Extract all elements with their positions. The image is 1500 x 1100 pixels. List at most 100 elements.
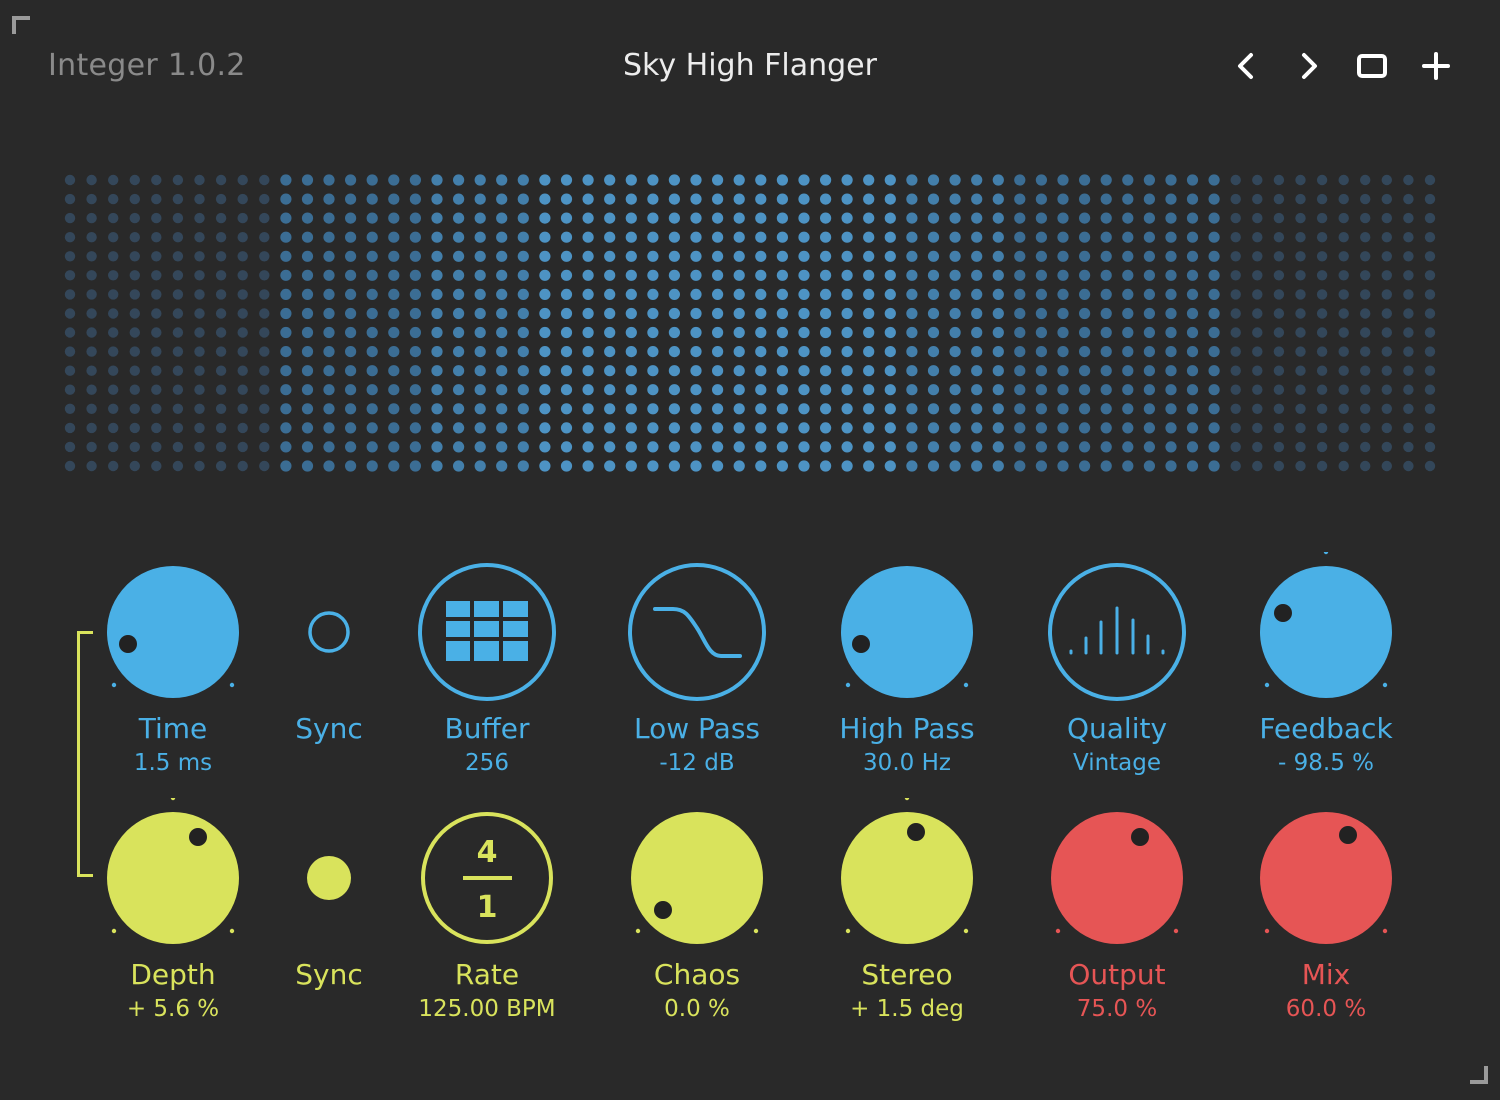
display-dot bbox=[1338, 403, 1349, 414]
display-dot bbox=[582, 346, 594, 358]
display-dot bbox=[647, 326, 659, 339]
rate-button[interactable]: 4 1 bbox=[407, 798, 567, 958]
display-dot bbox=[215, 460, 227, 472]
display-dot bbox=[259, 327, 270, 338]
add-preset-button[interactable] bbox=[1416, 46, 1456, 86]
display-dot bbox=[1165, 384, 1177, 396]
display-dot bbox=[194, 270, 205, 281]
display-dot bbox=[1100, 212, 1112, 224]
display-dot bbox=[172, 441, 184, 453]
display-dot bbox=[733, 193, 745, 205]
preset-name[interactable]: Sky High Flanger bbox=[450, 48, 1050, 83]
display-dot bbox=[906, 441, 918, 453]
display-dot bbox=[1230, 232, 1241, 243]
display-dot bbox=[496, 212, 508, 224]
display-dot bbox=[280, 403, 292, 415]
display-dot bbox=[1122, 307, 1134, 320]
output-knob[interactable] bbox=[1037, 798, 1197, 958]
display-dot bbox=[1079, 384, 1091, 396]
resize-corner-bottom-right[interactable] bbox=[1470, 1066, 1488, 1084]
depth-knob[interactable] bbox=[93, 798, 253, 958]
display-dot bbox=[1252, 327, 1263, 338]
display-dot bbox=[86, 346, 97, 357]
display-dot bbox=[798, 346, 810, 358]
next-preset-button[interactable] bbox=[1289, 46, 1329, 86]
display-dot bbox=[280, 212, 292, 224]
display-dot bbox=[971, 346, 983, 358]
display-dot bbox=[1186, 269, 1199, 281]
quality-button[interactable] bbox=[1037, 552, 1197, 712]
sync-toggle-bottom[interactable] bbox=[249, 798, 409, 958]
mix-value: 60.0 % bbox=[1285, 996, 1367, 1022]
display-dot bbox=[1057, 269, 1069, 281]
display-dot bbox=[237, 422, 248, 434]
display-dot bbox=[1403, 441, 1414, 453]
display-dot bbox=[474, 212, 486, 224]
display-dot bbox=[345, 422, 357, 434]
display-dot bbox=[1014, 250, 1026, 262]
display-dot bbox=[1035, 346, 1047, 358]
low-pass-button[interactable] bbox=[617, 552, 777, 712]
display-dot bbox=[560, 231, 573, 243]
display-dot bbox=[1165, 422, 1177, 434]
display-dot bbox=[776, 365, 789, 377]
chaos-knob[interactable] bbox=[617, 798, 777, 958]
display-dot bbox=[431, 212, 443, 224]
display-dot bbox=[1057, 288, 1069, 300]
prev-preset-button[interactable] bbox=[1226, 46, 1266, 86]
display-dot bbox=[1381, 460, 1393, 472]
sync-toggle-top[interactable] bbox=[249, 552, 409, 712]
chaos-label: Chaos bbox=[653, 958, 741, 991]
display-dot bbox=[86, 174, 97, 186]
high-pass-knob[interactable] bbox=[827, 552, 987, 712]
time-knob[interactable] bbox=[93, 552, 253, 712]
display-dot bbox=[1424, 270, 1436, 281]
display-dot bbox=[366, 326, 378, 339]
display-dot bbox=[280, 288, 292, 300]
display-dot bbox=[64, 174, 76, 186]
display-dot bbox=[409, 326, 421, 339]
mix-knob[interactable] bbox=[1246, 798, 1406, 958]
display-dot bbox=[517, 212, 529, 224]
feedback-knob[interactable] bbox=[1246, 552, 1406, 712]
display-dot bbox=[172, 308, 184, 319]
display-dot bbox=[474, 460, 486, 472]
display-dot bbox=[1338, 346, 1349, 357]
display-dot bbox=[151, 384, 162, 395]
display-dot bbox=[108, 193, 119, 205]
display-dot bbox=[1316, 422, 1328, 434]
display-dot bbox=[1100, 174, 1112, 186]
display-dot bbox=[1338, 289, 1349, 300]
display-dot bbox=[582, 326, 594, 339]
display-dot bbox=[237, 270, 248, 281]
display-dot bbox=[841, 269, 853, 281]
display-dot bbox=[259, 212, 270, 224]
stereo-knob[interactable] bbox=[827, 798, 987, 958]
display-dot bbox=[884, 403, 896, 415]
display-dot bbox=[1143, 326, 1155, 339]
display-dot bbox=[647, 307, 659, 320]
display-dot bbox=[841, 403, 853, 415]
time-knob-cell: Time 1.5 ms bbox=[93, 552, 253, 792]
display-dot bbox=[1316, 251, 1328, 262]
window-button[interactable] bbox=[1352, 46, 1392, 86]
display-dot bbox=[1100, 326, 1112, 339]
display-dot bbox=[474, 441, 486, 453]
display-dot bbox=[1273, 346, 1285, 357]
display-dot bbox=[1100, 441, 1112, 453]
display-dot bbox=[582, 441, 594, 453]
display-dot bbox=[733, 288, 745, 300]
display-dot bbox=[345, 403, 357, 415]
buffer-button[interactable] bbox=[407, 552, 567, 712]
display-dot bbox=[1165, 212, 1177, 224]
display-dot bbox=[1360, 212, 1371, 224]
display-dot bbox=[1295, 422, 1306, 434]
display-dot bbox=[194, 308, 205, 319]
display-dot bbox=[129, 384, 140, 395]
display-dot bbox=[453, 460, 465, 472]
display-dot bbox=[1273, 212, 1285, 224]
display-dot bbox=[820, 174, 832, 186]
stereo-value: + 1.5 deg bbox=[850, 996, 964, 1022]
display-dot bbox=[1035, 288, 1047, 300]
display-dot bbox=[474, 174, 486, 186]
